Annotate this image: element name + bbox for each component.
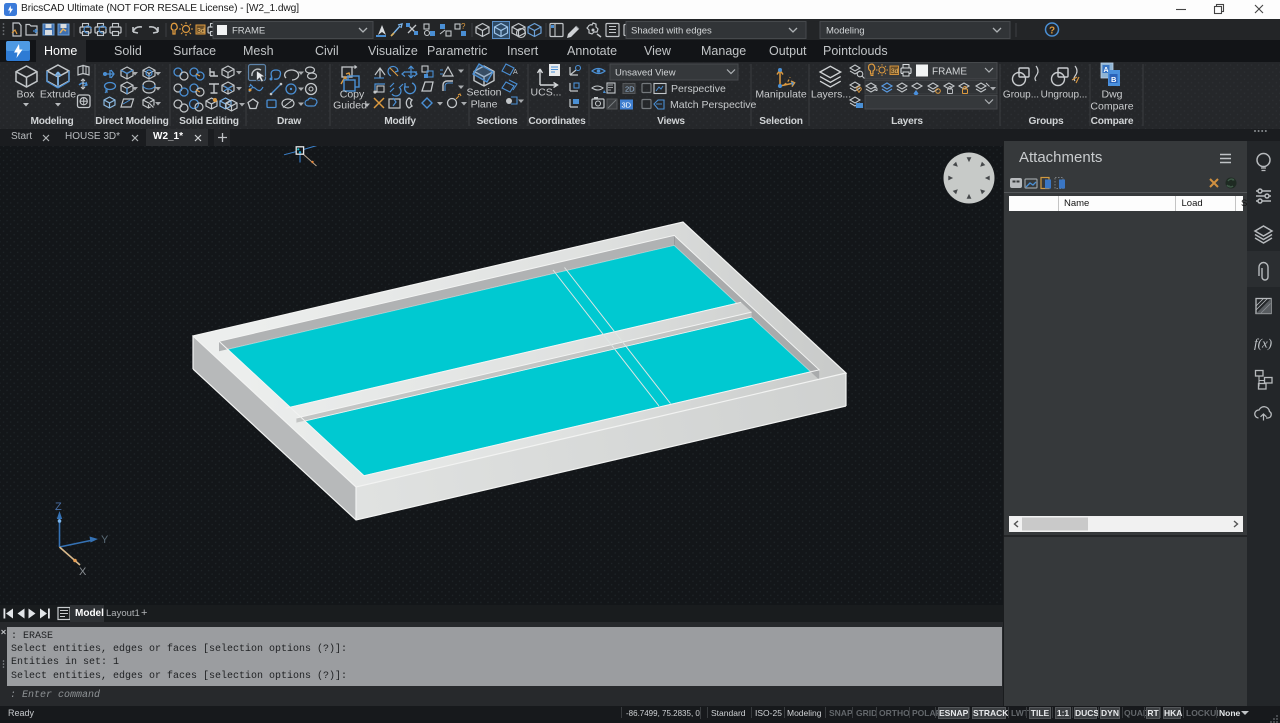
- svg-text:Box: Box: [16, 89, 35, 101]
- svg-text:3D: 3D: [622, 101, 632, 110]
- svg-text:Coordinates: Coordinates: [528, 116, 586, 127]
- svg-text:X: X: [79, 566, 87, 578]
- svg-text:Shaded with edges: Shaded with edges: [631, 26, 712, 37]
- svg-text:Section: Section: [466, 87, 501, 99]
- svg-text:FRAME: FRAME: [232, 26, 265, 37]
- svg-text:A: A: [1104, 67, 1109, 74]
- svg-text:Sections: Sections: [477, 116, 518, 127]
- svg-text:2D: 2D: [625, 85, 635, 94]
- svg-text:Perspective: Perspective: [671, 83, 726, 95]
- svg-text:Y: Y: [101, 534, 109, 546]
- svg-text:Groups: Groups: [1028, 116, 1064, 127]
- svg-text:3d: 3d: [891, 68, 899, 75]
- svg-text:Modify: Modify: [384, 116, 416, 127]
- svg-text:Layers...: Layers...: [811, 89, 851, 101]
- svg-text:f(x): f(x): [1254, 336, 1272, 351]
- svg-text:UCS...: UCS...: [531, 87, 562, 99]
- svg-text:Unsaved View: Unsaved View: [615, 68, 676, 79]
- svg-text:Manipulate: Manipulate: [755, 89, 807, 101]
- svg-text:Modeling: Modeling: [826, 26, 865, 37]
- svg-text:Direct Modeling: Direct Modeling: [95, 116, 168, 127]
- svg-text:Dwg: Dwg: [1101, 89, 1122, 101]
- svg-text:A: A: [513, 69, 518, 76]
- svg-text:Group...: Group...: [1003, 90, 1039, 101]
- svg-text:?: ?: [1049, 26, 1055, 37]
- svg-text:B: B: [1111, 75, 1117, 84]
- svg-text:Solid Editing: Solid Editing: [179, 116, 239, 127]
- svg-text:Modeling: Modeling: [30, 116, 73, 127]
- svg-text:Layers: Layers: [891, 116, 923, 127]
- svg-text:Selection: Selection: [759, 116, 803, 127]
- svg-text:Z: Z: [55, 501, 62, 513]
- svg-text:3d: 3d: [197, 28, 205, 35]
- svg-text:Ungroup...: Ungroup...: [1041, 90, 1088, 101]
- svg-text:Views: Views: [657, 116, 685, 127]
- svg-text:Match Perspective: Match Perspective: [670, 99, 757, 111]
- svg-text:Plane: Plane: [471, 99, 498, 111]
- svg-text:Compare: Compare: [1091, 116, 1134, 127]
- svg-text:Compare: Compare: [1090, 101, 1133, 113]
- svg-text:?: ?: [461, 22, 466, 31]
- svg-text:Extrude: Extrude: [40, 89, 76, 101]
- svg-text:Draw: Draw: [277, 116, 301, 127]
- svg-text:Guided: Guided: [333, 100, 367, 112]
- svg-text:FRAME: FRAME: [932, 67, 967, 78]
